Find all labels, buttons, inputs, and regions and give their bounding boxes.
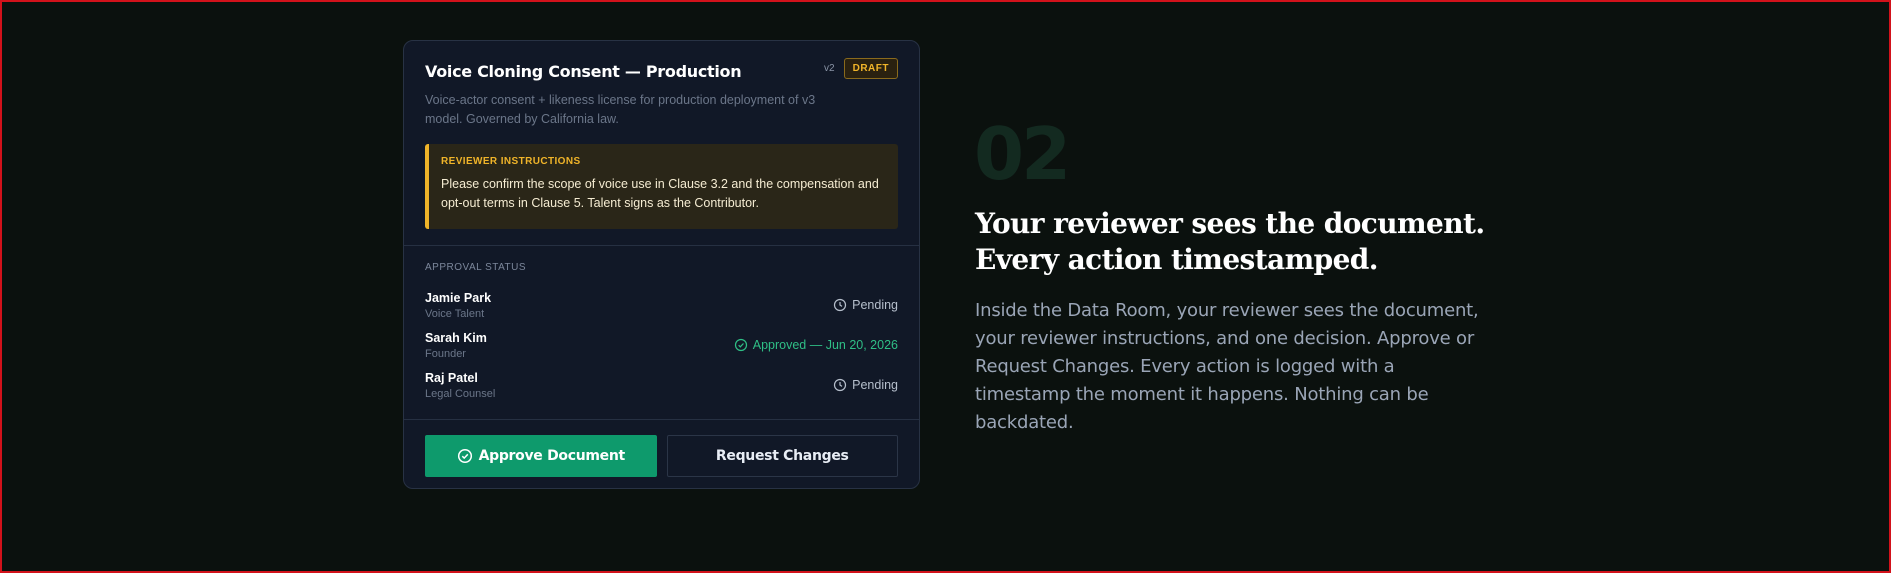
approver-name: Sarah Kim (425, 330, 487, 345)
approver-role: Founder (425, 347, 466, 360)
instructions-text: Please confirm the scope of voice use in… (441, 177, 879, 210)
document-card: Voice Cloning Consent — Production v2 DR… (403, 40, 920, 489)
approver-name: Raj Patel (425, 370, 478, 385)
step-number: 02 (974, 112, 1071, 196)
approve-document-button[interactable]: Approve Document (425, 435, 657, 477)
feature-headline: Your reviewer sees the document. Every a… (975, 206, 1535, 278)
approver-role: Legal Counsel (425, 387, 496, 400)
request-button-label: Request Changes (715, 448, 849, 464)
approver-row: Jamie Park Voice Talent Pending (425, 285, 898, 325)
clock-icon (833, 378, 847, 392)
approve-button-label: Approve Document (478, 448, 626, 464)
approval-status-text: Pending (852, 298, 898, 312)
approval-status-section: APPROVAL STATUS Jamie Park Voice Talent … (404, 246, 919, 419)
action-bar: Approve Document Request Changes (404, 420, 919, 477)
approval-status: Pending (833, 298, 898, 312)
clock-icon (833, 298, 847, 312)
headline-line: Every action timestamped. (975, 243, 1379, 276)
card-header: Voice Cloning Consent — Production v2 DR… (404, 41, 919, 129)
approver-name: Jamie Park (425, 290, 492, 305)
request-changes-button[interactable]: Request Changes (666, 435, 898, 477)
approval-status-text: Approved — Jun 20, 2026 (752, 338, 898, 352)
instructions-label: REVIEWER INSTRUCTIONS (441, 156, 581, 167)
version-label: v2 (824, 63, 835, 74)
approval-status-label: APPROVAL STATUS (425, 262, 527, 273)
approver-role: Voice Talent (425, 307, 485, 320)
approver-row: Raj Patel Legal Counsel Pending (425, 365, 898, 405)
approval-status: Approved — Jun 20, 2026 (734, 338, 898, 352)
headline-line: Your reviewer sees the document. (975, 207, 1485, 240)
approval-status-text: Pending (852, 378, 898, 392)
approver-row: Sarah Kim Founder Approved — Jun 20, 202… (425, 325, 898, 365)
badge-group: v2 DRAFT (824, 58, 898, 79)
check-circle-icon (457, 448, 472, 464)
document-description: Voice-actor consent + likeness license f… (425, 93, 816, 126)
approval-status: Pending (833, 378, 898, 392)
feature-body: Inside the Data Room, your reviewer sees… (975, 300, 1479, 433)
check-circle-icon (734, 338, 747, 352)
status-badge: DRAFT (843, 58, 898, 79)
reviewer-instructions: REVIEWER INSTRUCTIONS Please confirm the… (425, 144, 898, 229)
